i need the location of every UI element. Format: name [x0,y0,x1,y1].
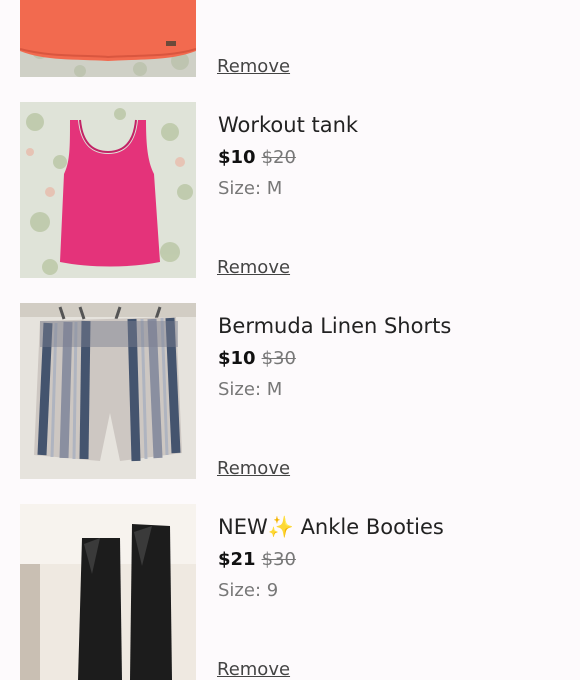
sale-price: $10 [218,348,256,369]
product-thumbnail[interactable] [20,102,196,278]
remove-button[interactable]: Remove [217,257,290,278]
product-thumbnail[interactable] [20,504,196,680]
sale-price: $10 [218,147,256,168]
size-label: Size: 9 [218,580,279,601]
ankle-booties-image [20,504,196,680]
workout-tank-image [20,102,196,278]
linen-shorts-image [20,303,196,479]
remove-button[interactable]: Remove [217,659,290,680]
orange-top-image [20,0,196,77]
product-thumbnail[interactable] [20,0,196,77]
product-thumbnail[interactable] [20,303,196,479]
price-row: $10 $20 [218,147,296,168]
cart-item: Remove [0,0,580,77]
cart-item: Bermuda Linen Shorts $10 $30 Size: M Remo… [0,276,580,479]
size-label: Size: M [218,379,283,400]
product-title[interactable]: Workout tank [218,113,358,137]
original-price: $30 [261,348,296,369]
product-title[interactable]: Bermuda Linen Shorts [218,314,451,338]
original-price: $30 [261,549,296,570]
remove-button[interactable]: Remove [217,56,290,77]
size-label: Size: M [218,178,283,199]
cart-item-list: Remove Workout tank $10 $20 Size: M Remo… [0,0,580,680]
price-row: $10 $30 [218,348,296,369]
original-price: $20 [261,147,296,168]
cart-item: Workout tank $10 $20 Size: M Remove [0,75,580,278]
sale-price: $21 [218,549,256,570]
cart-item: NEW✨ Ankle Booties $21 $30 Size: 9 Remove [0,477,580,680]
price-row: $21 $30 [218,549,296,570]
product-title[interactable]: NEW✨ Ankle Booties [218,515,444,540]
remove-button[interactable]: Remove [217,458,290,479]
